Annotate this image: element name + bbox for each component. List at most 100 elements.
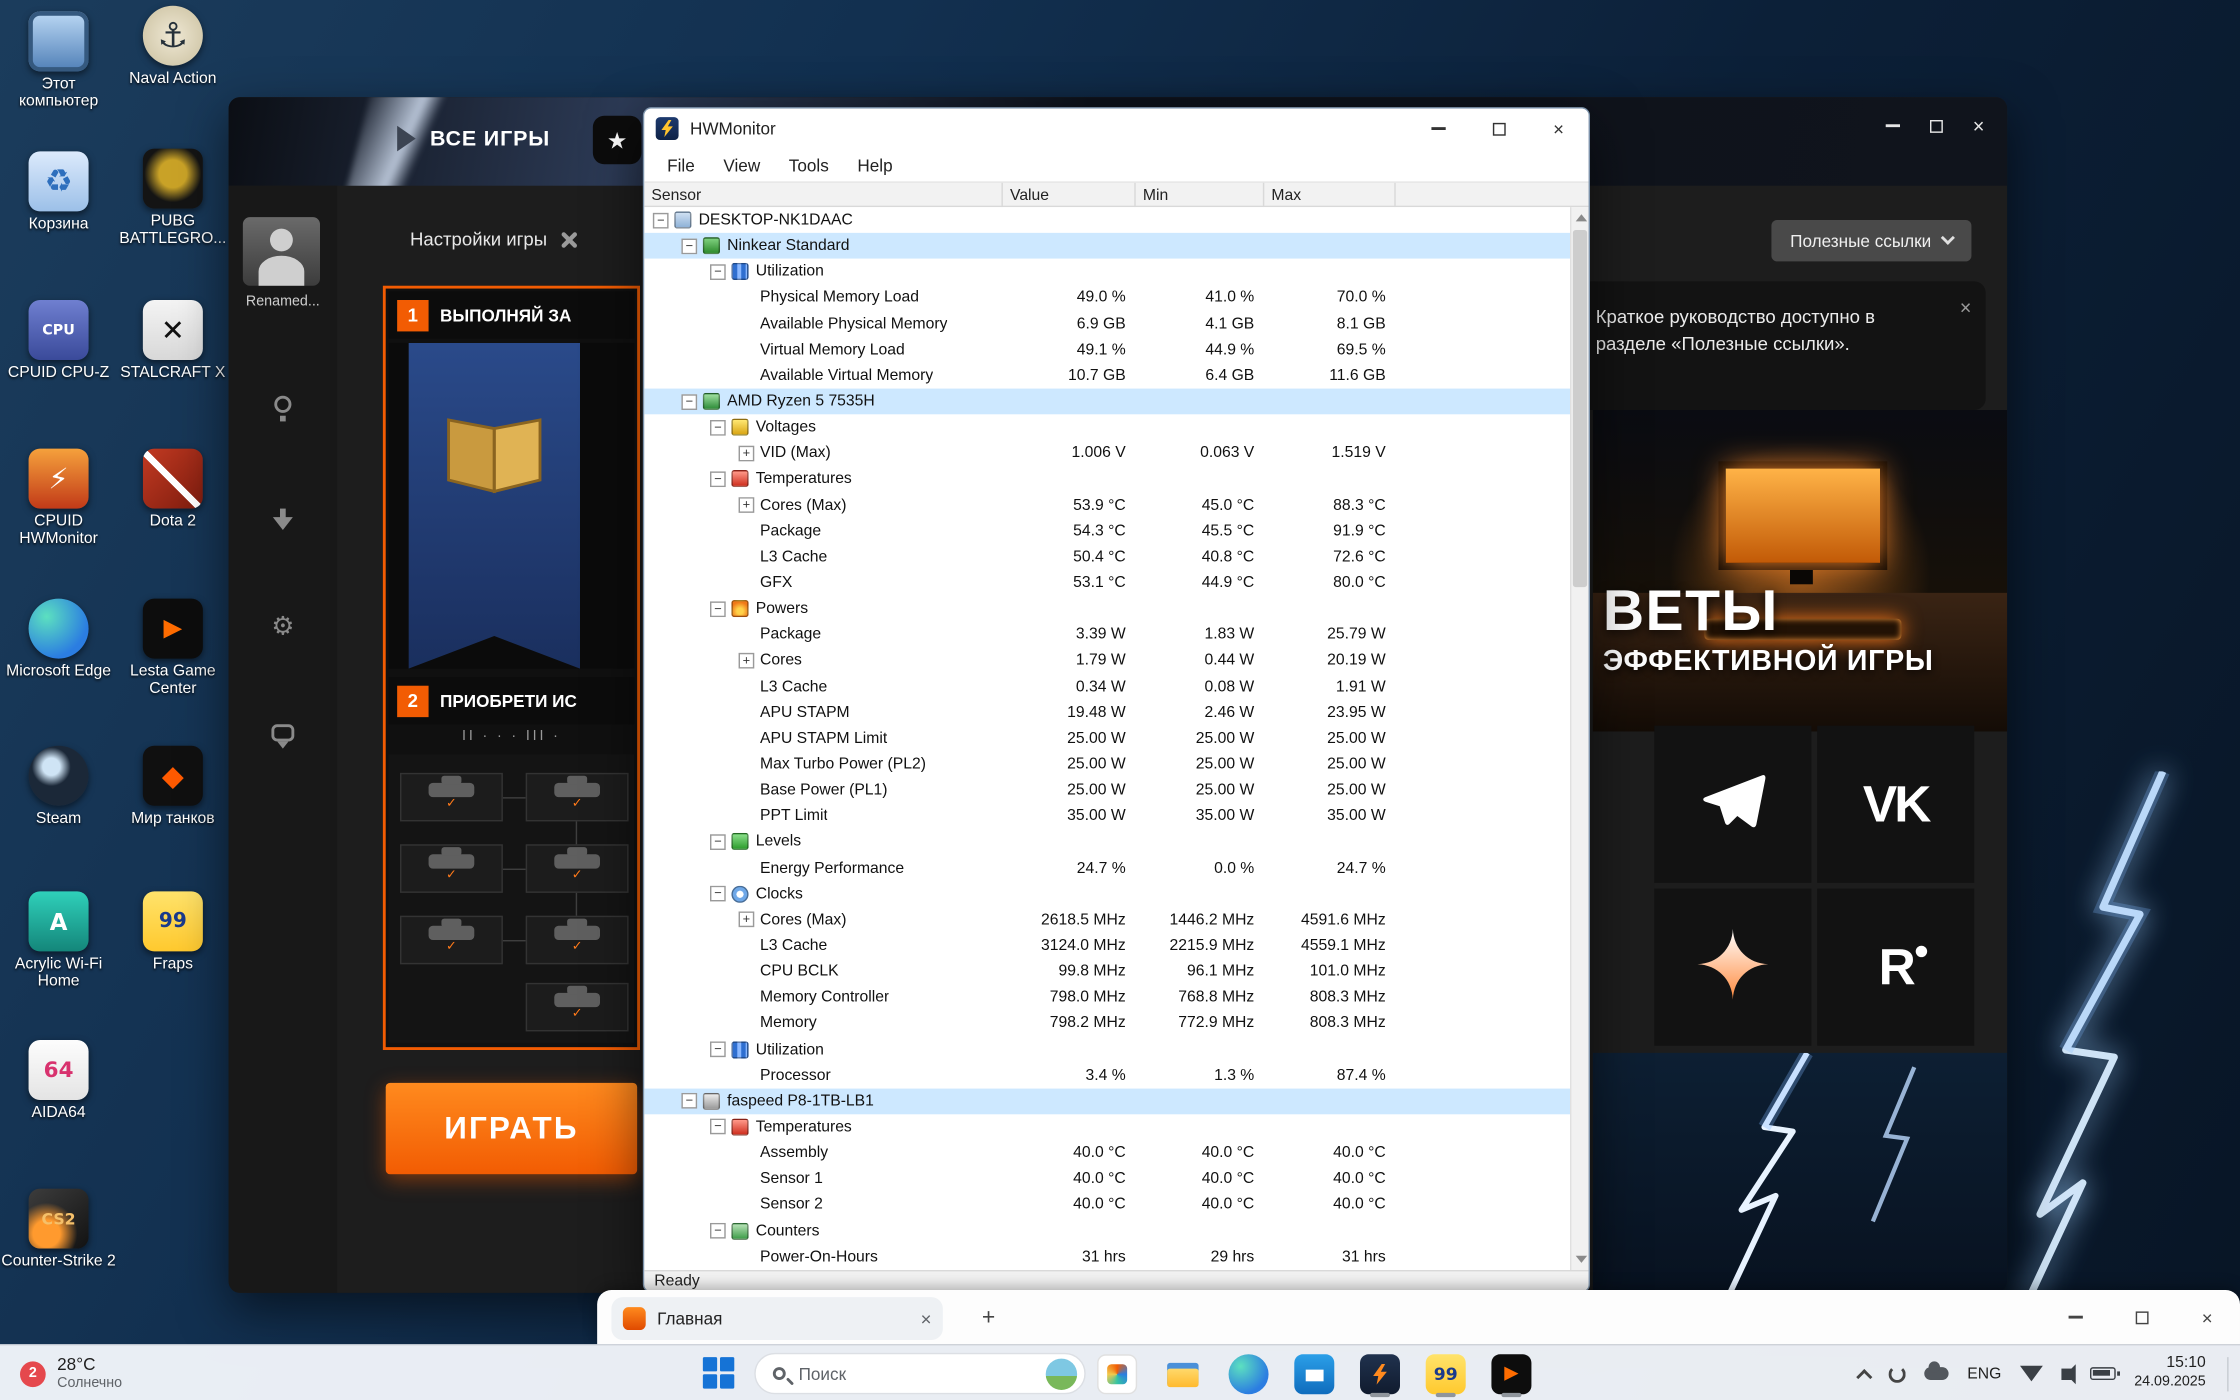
sensor-row[interactable]: −DESKTOP-NK1DAAC <box>644 207 1570 233</box>
vertical-scrollbar[interactable] <box>1570 207 1589 1270</box>
collapse-icon[interactable]: − <box>710 1042 726 1058</box>
collapse-icon[interactable]: − <box>710 886 726 902</box>
sensor-row[interactable]: −faspeed P8-1TB-LB1 <box>644 1088 1570 1114</box>
taskbar-app-photos[interactable] <box>1094 1350 1140 1397</box>
tank-node[interactable]: ✓ <box>400 773 503 822</box>
sensor-row[interactable]: APU STAPM Limit25.00 W25.00 W25.00 W <box>644 725 1570 751</box>
sensor-row[interactable]: Memory798.2 MHz772.9 MHz808.3 MHz <box>644 1011 1570 1037</box>
sensor-row[interactable]: −Powers <box>644 596 1570 622</box>
sensor-row[interactable]: Processor3.4 %1.3 %87.4 % <box>644 1062 1570 1088</box>
sensor-row[interactable]: −Utilization <box>644 259 1570 285</box>
expand-icon[interactable]: + <box>739 445 755 461</box>
tab-close-icon[interactable]: × <box>921 1308 932 1329</box>
collapse-icon[interactable]: − <box>681 238 697 254</box>
sensor-row[interactable]: Assembly40.0 °C40.0 °C40.0 °C <box>644 1140 1570 1166</box>
sensor-row[interactable]: L3 Cache0.34 W0.08 W1.91 W <box>644 674 1570 700</box>
wifi-icon[interactable] <box>2020 1366 2043 1382</box>
sensor-row[interactable]: Max Turbo Power (PL2)25.00 W25.00 W25.00… <box>644 751 1570 777</box>
sensor-row[interactable]: L3 Cache50.4 °C40.8 °C72.6 °C <box>644 544 1570 570</box>
expand-icon[interactable]: + <box>739 912 755 928</box>
taskbar-app-fraps[interactable]: 99 <box>1423 1350 1469 1397</box>
tank-node[interactable]: ✓ <box>400 916 503 965</box>
desktop-icon-dota2[interactable]: Dota 2 <box>114 449 231 531</box>
restore-button[interactable] <box>1919 111 1953 140</box>
desktop-icon-cs2[interactable]: CS2Counter-Strike 2 <box>0 1189 117 1271</box>
sensor-row[interactable]: CPU BCLK99.8 MHz96.1 MHz101.0 MHz <box>644 959 1570 985</box>
desktop-icon-fraps[interactable]: 99Fraps <box>114 891 231 973</box>
download-icon[interactable] <box>267 507 298 538</box>
game-settings-button[interactable]: Настройки игры <box>410 229 578 250</box>
sensor-row[interactable]: +Cores (Max)2618.5 MHz1446.2 MHz4591.6 M… <box>644 907 1570 933</box>
maximize-button[interactable] <box>2109 1290 2175 1344</box>
show-desktop-button[interactable] <box>2227 1356 2231 1390</box>
scroll-up-icon[interactable] <box>1576 214 1587 221</box>
desktop-icon-acrylic[interactable]: AAcrylic Wi-Fi Home <box>0 891 117 990</box>
sync-icon[interactable] <box>1889 1365 1906 1382</box>
collapse-icon[interactable]: − <box>710 601 726 617</box>
expand-icon[interactable]: + <box>739 653 755 669</box>
minimize-button[interactable] <box>1876 111 1910 140</box>
tank-node[interactable]: ✓ <box>526 844 629 893</box>
desktop-icon-this-pc[interactable]: Этот компьютер <box>0 11 117 110</box>
maximize-button[interactable] <box>1469 109 1529 149</box>
tank-node[interactable]: ✓ <box>400 844 503 893</box>
sensor-row[interactable]: −Clocks <box>644 881 1570 907</box>
sensor-row[interactable]: Virtual Memory Load49.1 %44.9 %69.5 % <box>644 337 1570 363</box>
collapse-icon[interactable]: − <box>710 834 726 850</box>
sensor-row[interactable]: Package54.3 °C45.5 °C91.9 °C <box>644 518 1570 544</box>
taskbar-app-lesta[interactable]: ▶ <box>1489 1350 1535 1397</box>
desktop-icon-cpu-z[interactable]: CPUCPUID CPU-Z <box>0 300 117 382</box>
sensor-row[interactable]: APU STAPM19.48 W2.46 W23.95 W <box>644 700 1570 726</box>
sensor-row[interactable]: −Utilization <box>644 1036 1570 1062</box>
sensor-row[interactable]: Available Virtual Memory10.7 GB6.4 GB11.… <box>644 363 1570 389</box>
sensor-row[interactable]: Sensor 140.0 °C40.0 °C40.0 °C <box>644 1166 1570 1192</box>
taskbar-app-edge[interactable] <box>1226 1350 1272 1397</box>
tank-node[interactable]: ✓ <box>526 773 629 822</box>
column-header-sensor[interactable]: Sensor <box>644 183 1001 207</box>
volume-icon[interactable] <box>2061 1368 2071 1379</box>
sensor-row[interactable]: Energy Performance24.7 %0.0 %24.7 % <box>644 855 1570 881</box>
tank-node[interactable]: ✓ <box>526 983 629 1032</box>
social-tile-rutube[interactable]: R <box>1817 889 1974 1046</box>
hwmonitor-titlebar[interactable]: HWMonitor × <box>644 109 1588 149</box>
desktop-icon-stalcraft[interactable]: ✕STALCRAFT X <box>114 300 231 382</box>
close-button[interactable]: × <box>1529 109 1589 149</box>
weather-widget[interactable]: 2 28°C Солнечно <box>11 1350 130 1397</box>
new-tab-button[interactable]: + <box>971 1301 1005 1335</box>
sensor-row[interactable]: PPT Limit35.00 W35.00 W35.00 W <box>644 803 1570 829</box>
collapse-icon[interactable]: − <box>710 420 726 436</box>
tank-node[interactable]: ✓ <box>526 916 629 965</box>
onedrive-cloud-icon[interactable] <box>1924 1367 1948 1380</box>
desktop-icon-aida64[interactable]: 64AIDA64 <box>0 1040 117 1122</box>
column-header-value[interactable]: Value <box>1001 183 1134 207</box>
close-button[interactable]: × <box>1961 111 1995 140</box>
sensor-row[interactable]: −Voltages <box>644 414 1570 440</box>
social-tile-zen[interactable] <box>1654 889 1811 1046</box>
sensor-row[interactable]: −Ninkear Standard <box>644 233 1570 259</box>
tray-overflow-icon[interactable] <box>1856 1368 1872 1384</box>
sensor-row[interactable]: −Levels <box>644 829 1570 855</box>
scrollbar-thumb[interactable] <box>1573 230 1587 587</box>
desktop-icon-recycle-bin[interactable]: ♻Корзина <box>0 151 117 233</box>
scroll-down-icon[interactable] <box>1576 1256 1587 1263</box>
collapse-icon[interactable]: − <box>681 394 697 410</box>
collapse-icon[interactable]: − <box>710 471 726 487</box>
menu-item-file[interactable]: File <box>653 149 709 180</box>
sensor-row[interactable]: +VID (Max)1.006 V0.063 V1.519 V <box>644 440 1570 466</box>
desktop-icon-hwmonitor[interactable]: ⚡CPUID HWMonitor <box>0 449 117 548</box>
search-input[interactable]: Поиск <box>754 1353 1085 1394</box>
sensor-row[interactable]: Package3.39 W1.83 W25.79 W <box>644 622 1570 648</box>
sensor-row[interactable]: +Cores (Max)53.9 °C45.0 °C88.3 °C <box>644 492 1570 518</box>
language-indicator[interactable]: ENG <box>1967 1365 2001 1382</box>
menu-item-view[interactable]: View <box>709 149 774 180</box>
sensor-row[interactable]: −AMD Ryzen 5 7535H <box>644 389 1570 415</box>
sensor-row[interactable]: GFX53.1 °C44.9 °C80.0 °C <box>644 570 1570 596</box>
desktop-icon-lesta[interactable]: ▶Lesta Game Center <box>114 599 231 698</box>
close-button[interactable]: × <box>2174 1290 2240 1344</box>
desktop-icon-steam[interactable]: Steam <box>0 746 117 828</box>
promo-step-2[interactable]: 2 ПРИОБРЕТИ ИС <box>389 677 635 724</box>
minimize-button[interactable] <box>2043 1290 2109 1344</box>
collapse-icon[interactable]: − <box>653 212 669 228</box>
taskbar-app-file-explorer[interactable] <box>1160 1350 1206 1397</box>
desktop-icon-tanks[interactable]: ◆Мир танков <box>114 746 231 828</box>
